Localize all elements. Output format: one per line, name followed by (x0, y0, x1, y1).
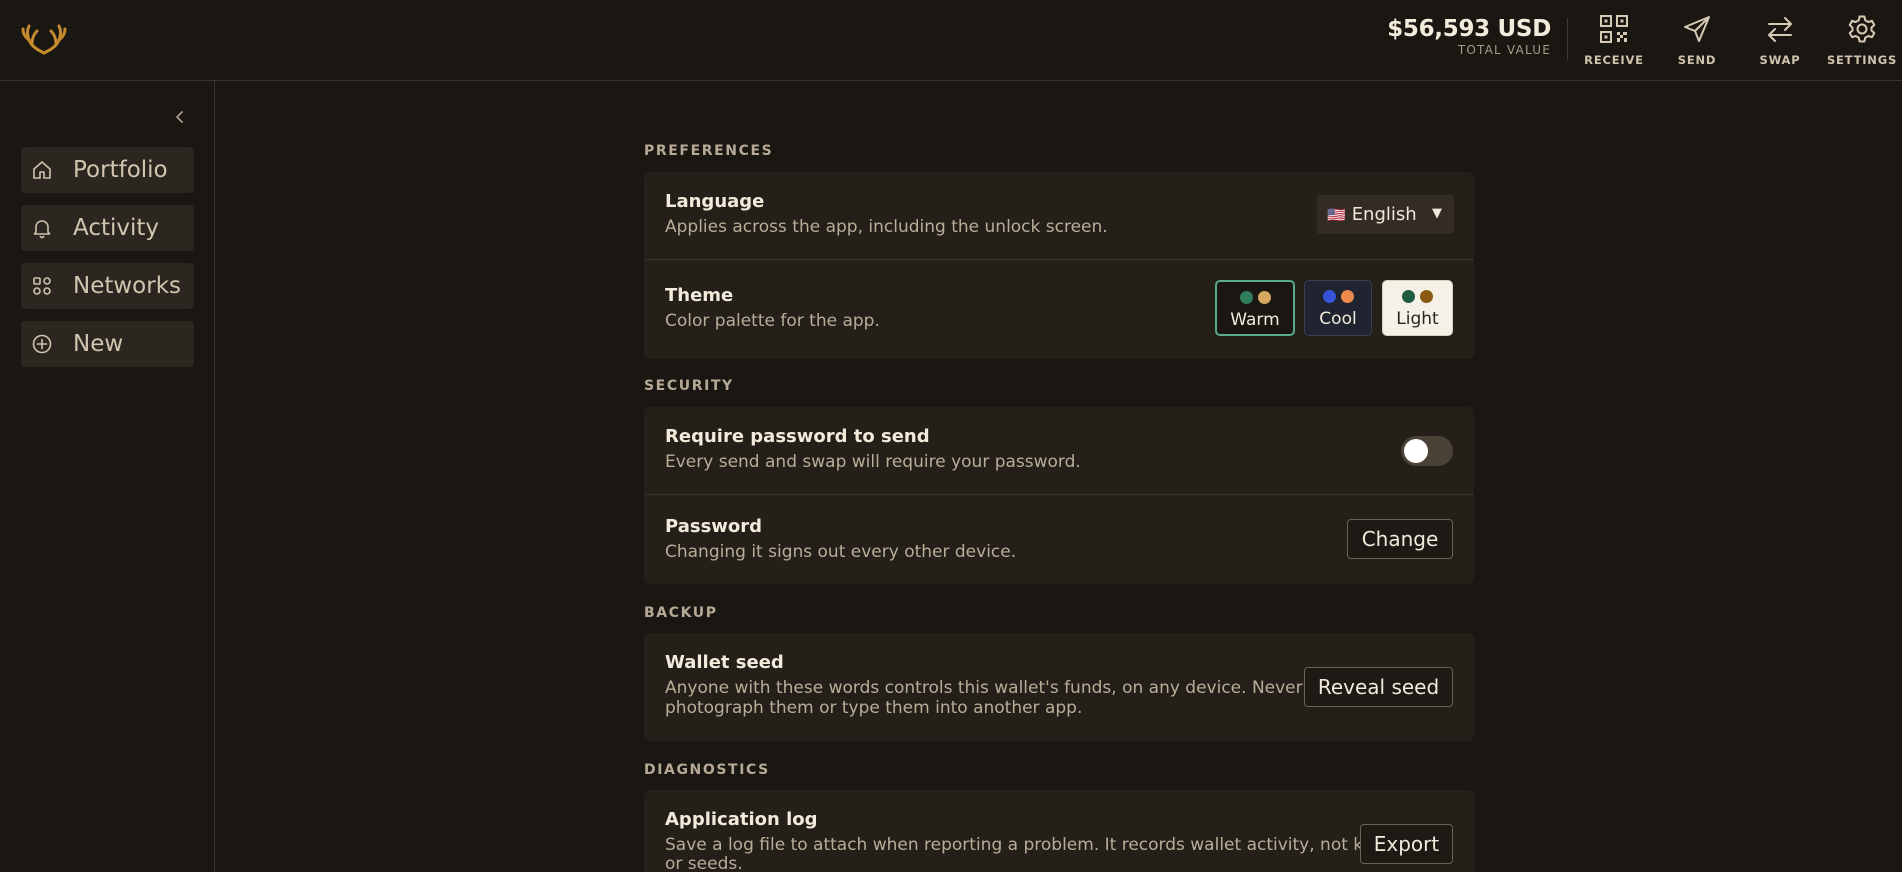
language-selected-value: English (1351, 204, 1417, 225)
section-title-backup: BACKUP (644, 605, 718, 621)
sidebar-item-label: Portfolio (73, 157, 168, 183)
security-card: Require password to send Every send and … (644, 407, 1474, 584)
section-title-security: SECURITY (644, 378, 734, 394)
application-log-description-line2: or seeds. (665, 854, 743, 872)
application-log-description-line1: Save a log file to attach when reporting… (665, 835, 1392, 855)
plus-circle-icon (32, 334, 52, 354)
section-title-diagnostics: DIAGNOSTICS (644, 762, 770, 778)
row-divider (644, 494, 1474, 495)
theme-option-label: Warm (1230, 310, 1280, 330)
total-value: $56,593 USD (1387, 16, 1551, 42)
send-label: SEND (1677, 53, 1717, 67)
theme-option-label: Cool (1319, 309, 1357, 329)
color-swatch (1239, 291, 1253, 304)
sidebar: Portfolio Activity Networks New (0, 81, 215, 872)
receive-label: RECEIVE (1584, 53, 1644, 67)
sidebar-item-portfolio[interactable]: Portfolio (21, 147, 194, 193)
preferences-card: Language Applies across the app, includi… (644, 172, 1474, 359)
networks-icon (33, 277, 51, 295)
settings-button[interactable]: SETTINGS (1822, 14, 1902, 67)
require-password-title: Require password to send (665, 426, 930, 447)
theme-title: Theme (665, 285, 734, 306)
theme-description: Color palette for the app. (665, 311, 880, 331)
send-button[interactable]: SEND (1657, 14, 1737, 67)
language-select[interactable]: 🇺🇸 English ▼ (1317, 195, 1454, 234)
swap-button[interactable]: SWAP (1740, 14, 1820, 67)
reveal-seed-button[interactable]: Reveal seed (1304, 667, 1453, 707)
dropdown-caret-icon: ▼ (1432, 206, 1442, 221)
theme-option-light[interactable]: Light (1382, 280, 1453, 336)
export-log-button[interactable]: Export (1360, 824, 1453, 864)
require-password-description: Every send and swap will require your pa… (665, 452, 1081, 472)
us-flag-icon: 🇺🇸 (1327, 205, 1346, 224)
color-swatch (1402, 290, 1415, 303)
wallet-seed-title: Wallet seed (665, 652, 784, 673)
color-swatch (1257, 291, 1271, 304)
row-divider (644, 259, 1474, 260)
swap-icon (1768, 17, 1792, 42)
password-title: Password (665, 516, 763, 537)
application-log-title: Application log (665, 809, 818, 830)
sidebar-item-label: Activity (73, 215, 160, 241)
color-swatch (1322, 290, 1336, 303)
backup-card: Wallet seed Anyone with these words cont… (644, 633, 1474, 741)
sidebar-item-new[interactable]: New (21, 321, 194, 367)
receive-button[interactable]: RECEIVE (1574, 14, 1654, 67)
swap-label: SWAP (1759, 53, 1801, 67)
color-swatch (1420, 290, 1433, 303)
wallet-seed-description-line1: Anyone with these words controls this wa… (665, 678, 1303, 698)
header-divider (1567, 18, 1568, 60)
qr-code-icon (1600, 15, 1628, 43)
password-description: Changing it signs out every other device… (665, 542, 1017, 562)
home-icon (33, 161, 51, 179)
gear-icon (1848, 15, 1876, 43)
change-password-button[interactable]: Change (1347, 519, 1453, 559)
total-value-block: $56,593 USD TOTAL VALUE (1387, 16, 1551, 57)
sidebar-item-networks[interactable]: Networks (21, 263, 194, 309)
wallet-seed-description-line2: photograph them or type them into anothe… (665, 698, 1083, 718)
diagnostics-card: Application log Save a log file to attac… (644, 790, 1474, 872)
total-value-label: TOTAL VALUE (1457, 43, 1551, 57)
language-title: Language (665, 191, 765, 212)
top-bar: $56,593 USD TOTAL VALUE RECEIVE SEND SWA… (0, 0, 1902, 81)
section-title-preferences: PREFERENCES (644, 143, 774, 159)
require-password-toggle[interactable] (1401, 436, 1453, 466)
language-description: Applies across the app, including the un… (665, 217, 1108, 237)
color-swatch (1340, 290, 1354, 303)
collapse-sidebar-icon[interactable] (170, 107, 190, 127)
antler-logo-icon (21, 24, 67, 55)
sidebar-item-activity[interactable]: Activity (21, 205, 194, 251)
toggle-knob (1404, 439, 1428, 463)
theme-option-cool[interactable]: Cool (1304, 280, 1372, 336)
send-icon (1684, 16, 1710, 42)
theme-option-label: Light (1396, 309, 1439, 329)
sidebar-item-label: Networks (73, 273, 182, 299)
sidebar-item-label: New (73, 331, 124, 357)
bell-icon (33, 220, 51, 239)
settings-label: SETTINGS (1826, 53, 1898, 67)
theme-option-warm[interactable]: Warm (1215, 280, 1295, 336)
